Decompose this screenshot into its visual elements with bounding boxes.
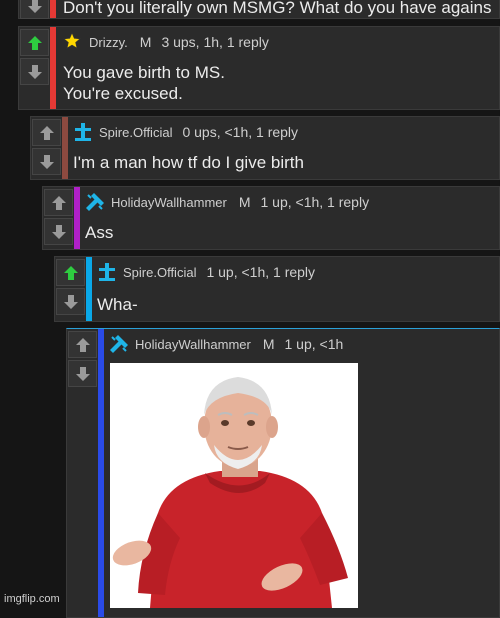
comment-stats: 0 ups, <1h, 1 reply <box>182 124 299 140</box>
comment-body: You gave birth to MS. You're excused. <box>63 63 225 103</box>
vote-controls <box>19 0 50 19</box>
username-link[interactable]: HolidayWallhammer <box>111 195 227 210</box>
hammer-icon <box>109 334 129 354</box>
username-link[interactable]: Spire.Official <box>99 125 172 140</box>
downvote-button[interactable] <box>56 288 85 315</box>
cross-icon <box>73 122 93 142</box>
comment-4: Spire.Official 1 up, <1h, 1 reply Wha- <box>54 256 500 322</box>
comment-stats: 1 up, <1h <box>284 336 344 352</box>
watermark: imgflip.com <box>4 593 60 605</box>
username-link[interactable]: Spire.Official <box>123 265 196 280</box>
comment-0: Don't you literally own MSMG? What do yo… <box>18 0 500 19</box>
mod-badge: M <box>262 336 275 352</box>
upvote-button[interactable] <box>20 29 49 56</box>
downvote-button[interactable] <box>32 148 61 175</box>
downvote-button[interactable] <box>68 360 97 387</box>
cross-icon <box>97 262 117 282</box>
downvote-button[interactable] <box>20 58 49 85</box>
arrow-up-icon <box>51 195 66 210</box>
comment-body: Ass <box>85 223 114 242</box>
comment-meta: HolidayWallhammer M 1 up, <1h <box>109 334 343 354</box>
thread-bar <box>86 257 92 321</box>
upvote-button[interactable] <box>44 189 73 216</box>
comment-meta: Spire.Official 0 ups, <1h, 1 reply <box>73 122 298 142</box>
arrow-down-icon <box>39 154 54 169</box>
comment-meta: Spire.Official 1 up, <1h, 1 reply <box>97 262 315 282</box>
arrow-down-icon <box>51 224 66 239</box>
vote-controls <box>31 117 62 175</box>
vote-controls <box>43 187 74 245</box>
mod-badge: M <box>238 194 251 210</box>
vote-controls <box>55 257 86 315</box>
comment-stats: 3 ups, 1h, 1 reply <box>161 34 269 50</box>
thread-bar <box>50 27 56 109</box>
upvote-button[interactable] <box>56 259 85 286</box>
upvote-button[interactable] <box>32 119 61 146</box>
arrow-up-icon <box>27 35 42 50</box>
star-icon <box>63 32 83 52</box>
comment-body: Wha- <box>97 295 138 314</box>
arrow-down-icon <box>63 294 78 309</box>
thread-bar <box>62 117 68 179</box>
arrow-up-icon <box>75 337 90 352</box>
comment-2: Spire.Official 0 ups, <1h, 1 reply I'm a… <box>30 116 500 180</box>
comment-1: Drizzy. M 3 ups, 1h, 1 reply You gave bi… <box>18 26 500 110</box>
comment-meta: Drizzy. M 3 ups, 1h, 1 reply <box>63 32 269 52</box>
thread-bar <box>50 0 56 18</box>
comment-body: I'm a man how tf do I give birth <box>73 153 304 172</box>
shrugging-old-man-image <box>110 363 358 608</box>
comment-3: HolidayWallhammer M 1 up, <1h, 1 reply A… <box>42 186 500 250</box>
comment-stats: 1 up, <1h, 1 reply <box>206 264 316 280</box>
arrow-down-icon <box>75 366 90 381</box>
thread-bar <box>74 187 80 249</box>
vote-controls <box>19 27 50 85</box>
comment-stats: 1 up, <1h, 1 reply <box>260 194 370 210</box>
arrow-down-icon <box>27 64 42 79</box>
comment-meta: HolidayWallhammer M 1 up, <1h, 1 reply <box>85 192 369 212</box>
arrow-down-icon <box>27 0 42 13</box>
arrow-up-icon <box>39 125 54 140</box>
downvote-button[interactable] <box>44 218 73 245</box>
mod-badge: M <box>139 34 152 50</box>
vote-controls <box>67 329 98 387</box>
username-link[interactable]: HolidayWallhammer <box>135 337 251 352</box>
thread-bar <box>98 329 104 617</box>
upvote-button[interactable] <box>68 331 97 358</box>
arrow-up-icon <box>63 265 78 280</box>
comment-body: Don't you literally own MSMG? What do yo… <box>63 0 492 17</box>
username-link[interactable]: Drizzy. <box>89 35 128 50</box>
hammer-icon <box>85 192 105 212</box>
downvote-button[interactable] <box>20 0 49 19</box>
meme-illustration <box>110 363 358 608</box>
